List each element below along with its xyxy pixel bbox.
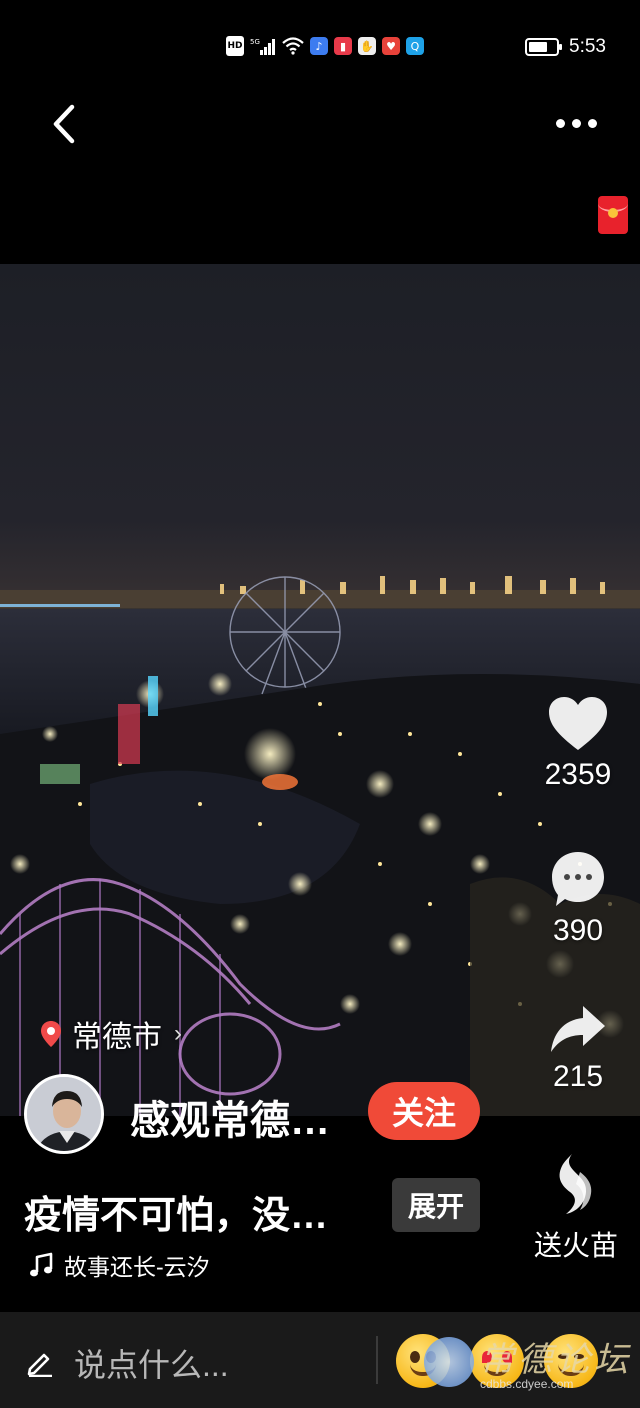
pencil-icon [27, 1353, 52, 1377]
heart-app-icon: ♥ [382, 37, 400, 55]
watermark-title: 常德论坛 [480, 1340, 632, 1380]
clock: 5:53 [569, 36, 606, 57]
chevron-left-icon [53, 104, 75, 144]
heart-icon [549, 697, 607, 750]
hand-app-icon: ✋ [358, 37, 376, 55]
signal-icon: 5G [250, 36, 276, 56]
chevron-right-icon: › [174, 1020, 182, 1047]
comment-action[interactable]: 390 [530, 850, 626, 948]
post-caption: 疫情不可怕，没… [24, 1195, 329, 1237]
forum-logo-icon [424, 1336, 474, 1387]
back-button[interactable] [40, 98, 88, 150]
music-title: 故事还长-云汐 [64, 1254, 210, 1280]
send-flame-action[interactable]: 送火苗 [528, 1152, 624, 1264]
wifi-icon [282, 36, 304, 56]
signal-label: 5G [250, 38, 260, 46]
comment-bubble-icon [552, 852, 604, 906]
status-bar: HD 5G ♪ ▮ ✋ ♥ Q 5:53 [0, 0, 640, 92]
like-count: 2359 [544, 758, 612, 791]
status-right: 5:53 [525, 36, 606, 58]
battery-icon [525, 38, 563, 56]
flame-icon [559, 1154, 592, 1214]
status-icons: HD 5G ♪ ▮ ✋ ♥ Q [226, 36, 424, 56]
search-app-icon: Q [406, 37, 424, 55]
like-action[interactable]: 2359 [530, 696, 626, 792]
comment-count: 390 [552, 914, 604, 947]
comment-input[interactable]: 说点什么... [26, 1340, 229, 1386]
more-dot-icon [555, 118, 565, 128]
battery-fill [529, 42, 548, 52]
author-avatar[interactable] [24, 1074, 104, 1154]
watermark-url: cdbbs.cdyee.com [480, 1377, 574, 1391]
more-options-button[interactable] [548, 104, 604, 142]
comment-placeholder: 说点什么... [74, 1347, 229, 1383]
divider [376, 1336, 378, 1384]
share-count: 215 [552, 1060, 604, 1093]
more-dot-icon [571, 118, 581, 128]
follow-button[interactable]: 关注 [368, 1082, 480, 1140]
expand-caption-button[interactable]: 展开 [392, 1178, 480, 1232]
hd-badge: HD [226, 36, 244, 56]
send-flame-label: 送火苗 [533, 1230, 618, 1261]
location-name: 常德市 [72, 1021, 162, 1054]
author-name[interactable]: 感观常德… [130, 1088, 330, 1146]
share-arrow-icon [551, 1006, 605, 1052]
red-packet-icon[interactable] [598, 196, 628, 234]
forum-watermark: 常德论坛 cdbbs.cdyee.com [424, 1332, 632, 1391]
video-player[interactable] [0, 264, 640, 1116]
music-track[interactable]: 故事还长-云汐 [28, 1248, 210, 1282]
book-app-icon: ▮ [334, 37, 352, 55]
music-app-icon: ♪ [310, 37, 328, 55]
location-tag[interactable]: 常德市 › [40, 1012, 182, 1056]
night-cityscape-image [0, 576, 640, 1116]
more-dot-icon [587, 118, 597, 128]
avatar-image [27, 1077, 101, 1151]
music-note-icon [30, 1252, 53, 1277]
location-pin-icon [41, 1021, 61, 1047]
bottom-bar: 说点什么... 常德论坛 cdbbs.cdyee.com [0, 1312, 640, 1408]
share-action[interactable]: 215 [530, 1004, 626, 1094]
